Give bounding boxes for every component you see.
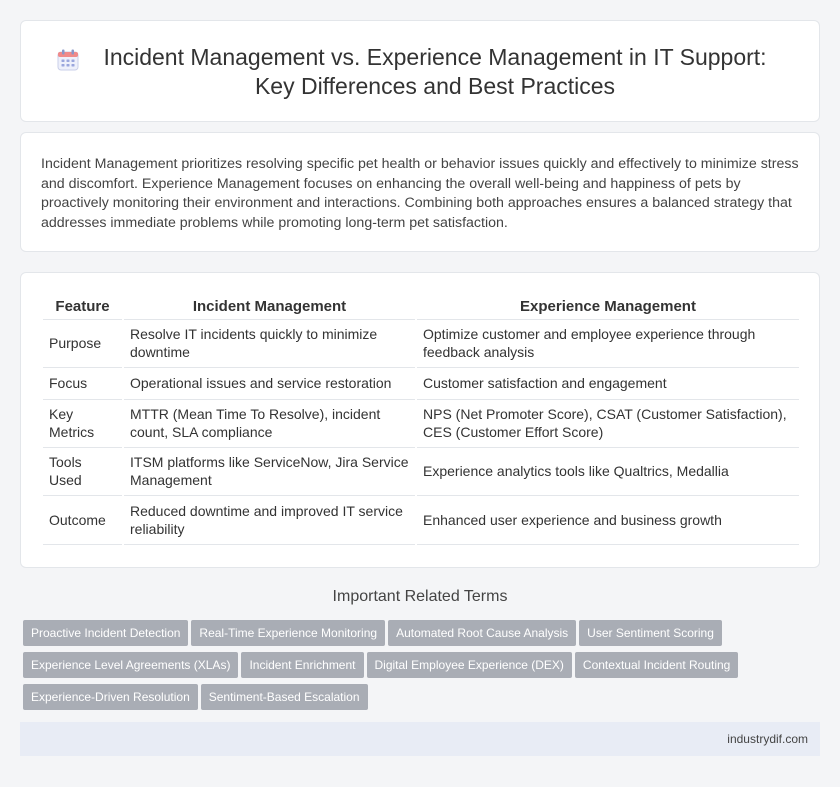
tag-sentiment-based-escalation[interactable]: Sentiment-Based Escalation xyxy=(200,684,368,710)
table-cell-experience: Experience analytics tools like Qualtric… xyxy=(415,446,799,495)
table-cell-feature: Purpose xyxy=(43,318,123,367)
tag-digital-employee-experience[interactable]: Digital Employee Experience (DEX) xyxy=(366,652,572,678)
table-row: Focus Operational issues and service res… xyxy=(43,366,799,399)
table-cell-feature: Tools Used xyxy=(43,446,123,495)
column-header-incident-management: Incident Management xyxy=(122,297,416,319)
tag-contextual-incident-routing[interactable]: Contextual Incident Routing xyxy=(574,652,739,678)
table-cell-experience: Enhanced user experience and business gr… xyxy=(415,494,799,545)
table-row: Tools Used ITSM platforms like ServiceNo… xyxy=(43,446,799,495)
related-terms-tags: Proactive Incident Detection Real-Time Ex… xyxy=(23,620,823,716)
tag-user-sentiment-scoring[interactable]: User Sentiment Scoring xyxy=(579,620,722,646)
column-header-experience-management: Experience Management xyxy=(415,297,799,319)
table-cell-experience: Customer satisfaction and engagement xyxy=(415,366,799,399)
table-cell-experience: Optimize customer and employee experienc… xyxy=(415,318,799,367)
table-cell-incident: Resolve IT incidents quickly to minimize… xyxy=(122,318,416,367)
table-cell-feature: Key Metrics xyxy=(43,398,123,447)
tag-automated-root-cause-analysis[interactable]: Automated Root Cause Analysis xyxy=(388,620,577,646)
footer: industrydif.com xyxy=(20,722,820,756)
related-terms-title: Important Related Terms xyxy=(332,588,508,605)
table-cell-incident: ITSM platforms like ServiceNow, Jira Ser… xyxy=(122,446,416,495)
page-title: Incident Management vs. Experience Manag… xyxy=(103,44,767,99)
table-cell-experience: NPS (Net Promoter Score), CSAT (Customer… xyxy=(415,398,799,447)
comparison-table: Feature Incident Management Experience M… xyxy=(43,297,799,545)
table-header-row: Feature Incident Management Experience M… xyxy=(43,297,799,319)
column-header-feature: Feature xyxy=(55,297,110,315)
table-cell-incident: Operational issues and service restorati… xyxy=(122,366,416,399)
tag-real-time-experience-monitoring[interactable]: Real-Time Experience Monitoring xyxy=(191,620,386,646)
intro-paragraph: Incident Management prioritizes resolvin… xyxy=(41,156,799,231)
table-cell-incident: MTTR (Mean Time To Resolve), incident co… xyxy=(122,398,416,447)
table-cell-feature: Focus xyxy=(43,366,123,399)
comparison-table-card: Feature Incident Management Experience M… xyxy=(20,272,820,568)
header-card: Incident Management vs. Experience Manag… xyxy=(20,20,820,122)
tag-experience-level-agreements[interactable]: Experience Level Agreements (XLAs) xyxy=(23,652,239,678)
tag-incident-enrichment[interactable]: Incident Enrichment xyxy=(241,652,364,678)
table-cell-incident: Reduced downtime and improved IT service… xyxy=(122,494,416,545)
intro-card: Incident Management prioritizes resolvin… xyxy=(20,132,820,252)
table-cell-feature: Outcome xyxy=(43,494,123,545)
tag-experience-driven-resolution[interactable]: Experience-Driven Resolution xyxy=(23,684,198,710)
table-row: Outcome Reduced downtime and improved IT… xyxy=(43,494,799,545)
tag-proactive-incident-detection[interactable]: Proactive Incident Detection xyxy=(23,620,189,646)
footer-site-link[interactable]: industrydif.com xyxy=(727,732,808,746)
table-row: Purpose Resolve IT incidents quickly to … xyxy=(43,318,799,367)
table-row: Key Metrics MTTR (Mean Time To Resolve),… xyxy=(43,398,799,447)
